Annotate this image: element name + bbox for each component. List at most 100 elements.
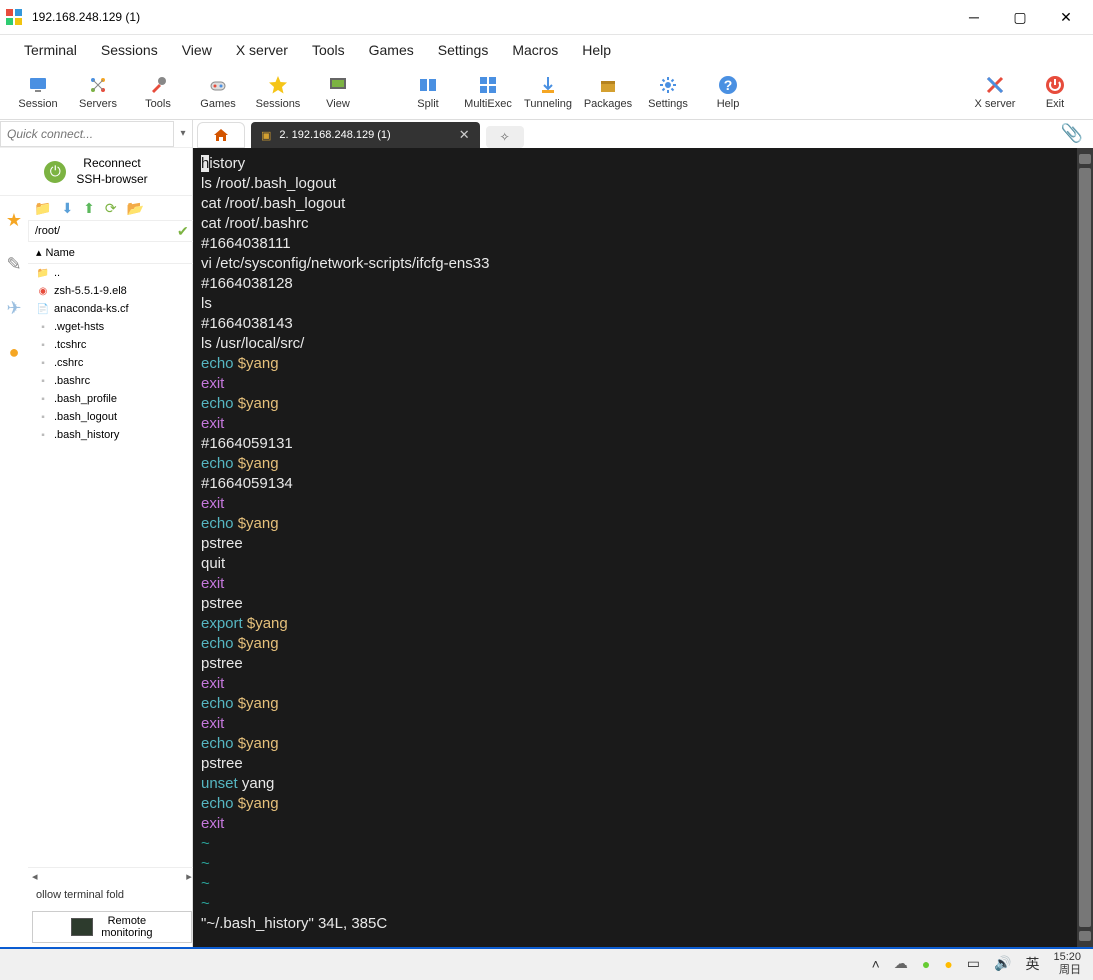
file-icon: ◉ [36, 284, 50, 298]
reconnect-button[interactable]: ⏻ Reconnect SSH-browser [0, 148, 192, 196]
toolbar-session[interactable]: Session [8, 74, 68, 110]
toolbar-exit[interactable]: Exit [1025, 74, 1085, 110]
new-folder-icon[interactable]: 📂 [127, 200, 144, 217]
download-icon[interactable]: ⬇ [61, 200, 73, 217]
terminal-icon: ▣ [261, 129, 271, 142]
toolbar-games[interactable]: Games [188, 74, 248, 110]
toolbar-tunneling[interactable]: Tunneling [518, 74, 578, 110]
terminal-scrollbar[interactable] [1077, 148, 1093, 947]
terminal-line: #1664059131 [201, 434, 1085, 454]
tray-volume-icon[interactable]: 🔊 [994, 955, 1011, 972]
toolbar-x server[interactable]: X server [965, 74, 1025, 110]
tab-label: 2. 192.168.248.129 (1) [279, 129, 390, 141]
menu-sessions[interactable]: Sessions [89, 38, 170, 62]
home-tab[interactable] [197, 122, 245, 148]
check-icon: ✔ [177, 223, 189, 240]
menu-tools[interactable]: Tools [300, 38, 357, 62]
toolbar-tools[interactable]: Tools [128, 74, 188, 110]
menu-help[interactable]: Help [570, 38, 623, 62]
reconnect-label-2: SSH-browser [76, 172, 147, 188]
vertical-toolbar: ★ ✎ ✈ ● [0, 196, 28, 947]
titlebar: 192.168.248.129 (1) ─ ▢ ✕ [0, 0, 1093, 35]
terminal-line: echo $yang [201, 514, 1085, 534]
terminal-line: cat /root/.bashrc [201, 214, 1085, 234]
terminal-line: ~ [201, 834, 1085, 854]
toolbar-view[interactable]: View [308, 74, 368, 110]
toolbar-packages[interactable]: Packages [578, 74, 638, 110]
file-item[interactable]: ◉zsh-5.5.1-9.el8 [28, 282, 196, 300]
upload-icon[interactable]: ⬆ [83, 200, 95, 217]
menu-games[interactable]: Games [357, 38, 426, 62]
attachment-icon[interactable]: 📎 [1051, 119, 1093, 148]
minimize-button[interactable]: ─ [951, 1, 997, 33]
file-item[interactable]: ▪.bash_history [28, 426, 196, 444]
tray-wechat-icon[interactable]: ● [922, 956, 930, 972]
help-icon: ? [717, 74, 739, 96]
file-item[interactable]: ▪.cshrc [28, 354, 196, 372]
file-item[interactable]: ▪.bashrc [28, 372, 196, 390]
terminal-line: ~ [201, 894, 1085, 914]
quick-connect-input[interactable] [0, 121, 174, 147]
file-item[interactable]: ▪.bash_profile [28, 390, 196, 408]
new-tab-button[interactable]: ✧ [486, 126, 524, 148]
folder-icon[interactable]: 📁 [34, 200, 51, 217]
tab-close-icon[interactable]: ✕ [459, 127, 470, 143]
terminal-line: echo $yang [201, 394, 1085, 414]
terminal-line: pstree [201, 534, 1085, 554]
menu-settings[interactable]: Settings [426, 38, 501, 62]
globe-icon[interactable]: ● [0, 338, 28, 366]
tools-icon[interactable]: ✎ [0, 250, 28, 278]
file-list-header[interactable]: ▴ Name [28, 242, 196, 264]
scroll-down-icon[interactable] [1079, 931, 1091, 941]
terminal-line: echo $yang [201, 794, 1085, 814]
close-button[interactable]: ✕ [1043, 1, 1089, 33]
refresh-icon[interactable]: ⟳ [105, 200, 117, 217]
horizontal-scrollbar[interactable]: ◂▸ [28, 867, 196, 885]
terminal-line: pstree [201, 754, 1085, 774]
terminal-line: #1664038128 [201, 274, 1085, 294]
tray-battery-icon[interactable]: ▭ [967, 955, 980, 972]
toolbar-sessions[interactable]: Sessions [248, 74, 308, 110]
follow-terminal-label[interactable]: ollow terminal fold [28, 885, 196, 907]
terminal[interactable]: historyls /root/.bash_logoutcat /root/.b… [193, 148, 1093, 947]
quick-connect-dropdown-icon[interactable]: ▾ [174, 128, 192, 139]
scroll-up-icon[interactable] [1079, 154, 1091, 164]
macro-icon[interactable]: ✈ [0, 294, 28, 322]
session-tab[interactable]: ▣ 2. 192.168.248.129 (1) ✕ [251, 122, 480, 148]
path-input[interactable] [35, 225, 177, 237]
menu-view[interactable]: View [170, 38, 224, 62]
servers-icon [87, 74, 109, 96]
toolbar: SessionServersToolsGamesSessionsView Spli… [0, 65, 1093, 120]
favorites-icon[interactable]: ★ [0, 206, 28, 234]
menu-macros[interactable]: Macros [500, 38, 570, 62]
menu-x-server[interactable]: X server [224, 38, 300, 62]
tray-ime-label[interactable]: 英 [1025, 954, 1039, 974]
terminal-line: "~/.bash_history" 34L, 385C [201, 914, 1085, 934]
file-item[interactable]: ▪.bash_logout [28, 408, 196, 426]
file-icon: ▪ [36, 428, 50, 442]
toolbar-settings[interactable]: Settings [638, 74, 698, 110]
toolbar-help[interactable]: ?Help [698, 74, 758, 110]
maximize-button[interactable]: ▢ [997, 1, 1043, 33]
file-item[interactable]: 📄anaconda-ks.cf [28, 300, 196, 318]
star-icon [267, 74, 289, 96]
taskbar-clock[interactable]: 15:20 周日 [1053, 951, 1081, 975]
terminal-line: exit [201, 574, 1085, 594]
file-item[interactable]: ▪.wget-hsts [28, 318, 196, 336]
toolbar-servers[interactable]: Servers [68, 74, 128, 110]
file-item[interactable]: 📁.. [28, 264, 196, 282]
terminal-line: exit [201, 714, 1085, 734]
scroll-thumb[interactable] [1079, 168, 1091, 927]
remote-monitoring-button[interactable]: Remote monitoring [32, 911, 192, 943]
toolbar-split[interactable]: Split [398, 74, 458, 110]
sort-icon: ▴ [36, 246, 42, 259]
menu-terminal[interactable]: Terminal [12, 38, 89, 62]
exit-icon [1044, 74, 1066, 96]
toolbar-multiexec[interactable]: MultiExec [458, 74, 518, 110]
tray-app-icon[interactable]: ● [944, 956, 952, 972]
tray-cloud-icon[interactable]: ☁ [894, 955, 908, 972]
terminal-line: unset yang [201, 774, 1085, 794]
tray-chevron-icon[interactable]: ˄ [872, 956, 880, 972]
file-item[interactable]: ▪.tcshrc [28, 336, 196, 354]
terminal-line: exit [201, 414, 1085, 434]
